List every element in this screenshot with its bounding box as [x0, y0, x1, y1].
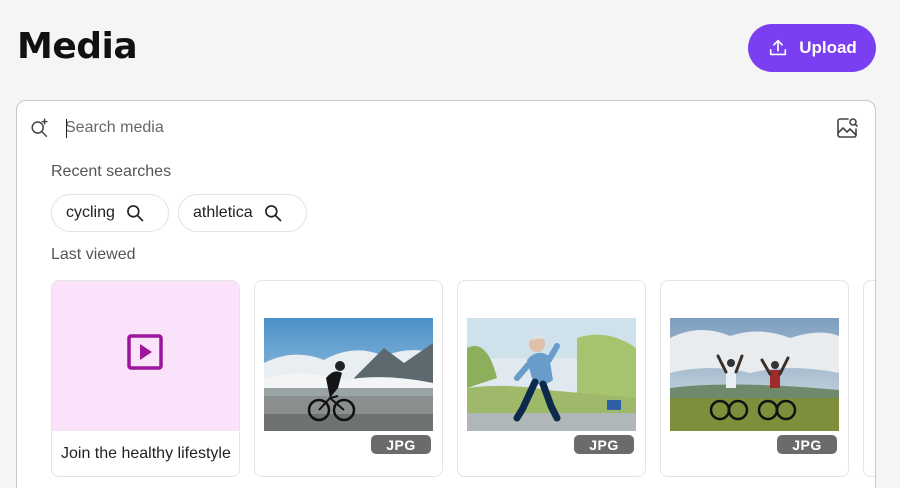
media-card-video[interactable]: Join the healthy lifestyle — [51, 280, 240, 477]
card-title: Join the healthy lifestyle — [61, 445, 231, 462]
upload-icon — [770, 39, 787, 56]
last-viewed-label: Last viewed — [51, 246, 136, 263]
chip-label: athletica — [193, 204, 253, 221]
file-type-badge: JPG — [777, 435, 837, 454]
file-type-badge: JPG — [371, 435, 431, 454]
search-bar — [17, 101, 875, 155]
media-search-panel: Recent searches cycling athletica Last v… — [16, 100, 876, 488]
bikers-photo — [670, 318, 839, 431]
search-icon — [264, 205, 281, 222]
video-thumbnail — [52, 281, 239, 431]
search-input[interactable] — [65, 113, 805, 143]
recent-search-chip[interactable]: athletica — [178, 194, 307, 232]
upload-button[interactable]: Upload — [748, 24, 876, 72]
runner-photo — [467, 318, 636, 431]
image-search-icon[interactable] — [835, 116, 859, 140]
ai-search-icon — [31, 118, 48, 137]
media-card-image[interactable]: JPG — [254, 280, 443, 477]
recent-searches-label: Recent searches — [51, 163, 172, 180]
text-caret — [66, 119, 67, 138]
page-title: Media — [17, 26, 138, 67]
media-card-image[interactable]: JPG — [457, 280, 646, 477]
recent-search-chip[interactable]: cycling — [51, 194, 169, 232]
cyclist-photo — [264, 318, 433, 431]
search-icon — [126, 205, 144, 222]
file-type-badge: JPG — [574, 435, 634, 454]
chip-label: cycling — [66, 204, 115, 221]
upload-label: Upload — [799, 38, 857, 57]
video-icon — [127, 334, 163, 370]
media-card-image[interactable]: JPG — [660, 280, 849, 477]
media-card-partial[interactable] — [863, 280, 875, 477]
